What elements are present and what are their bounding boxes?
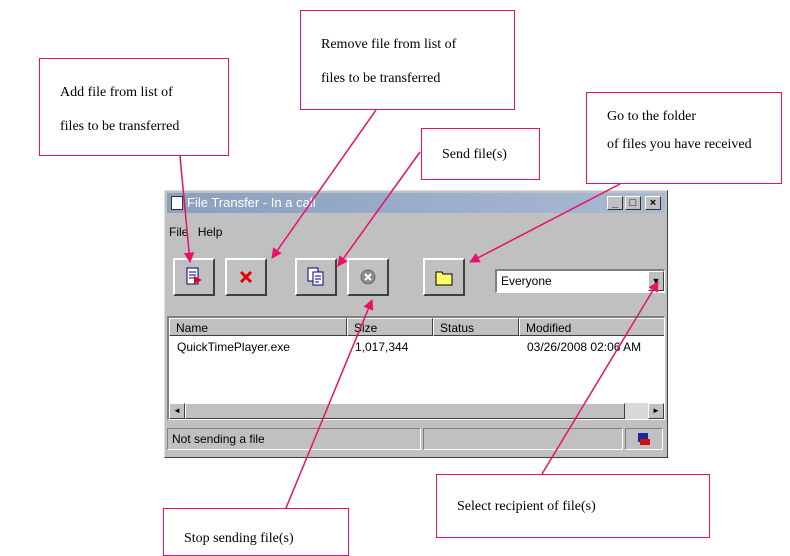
app-icon [171,196,183,210]
callout-remove-line-1: Remove file from list of [321,37,457,52]
stop-sending-icon [360,269,376,285]
column-size[interactable]: Size [347,318,433,336]
title-bar: File Transfer - In a call _ □ × [167,193,665,213]
status-panel-icon [625,428,663,450]
menu-bar: File Help [169,225,228,243]
send-files-button[interactable] [295,258,337,296]
stop-sending-button[interactable] [347,258,389,296]
callout-remove-file: Remove file from list of files to be tra… [300,10,515,110]
status-bar: Not sending a file [167,426,665,452]
folder-icon [435,271,453,286]
remove-file-icon [239,270,253,284]
add-file-icon [186,267,202,285]
callout-stop-line-1: Stop sending file(s) [184,531,294,546]
chevron-down-icon[interactable]: ▼ [648,271,664,291]
transfer-status-icon [638,433,650,445]
callout-recipient-line-1: Select recipient of file(s) [457,499,596,514]
remove-file-button[interactable] [225,258,267,296]
recipient-select[interactable]: Everyone ▼ [495,269,665,293]
close-button[interactable]: × [645,196,661,210]
scroll-left-icon[interactable]: ◄ [169,403,185,419]
open-received-folder-button[interactable] [423,258,465,296]
column-name[interactable]: Name [169,318,347,336]
callout-send-files: Send file(s) [421,128,540,180]
scroll-right-icon[interactable]: ► [648,403,664,419]
menu-help[interactable]: Help [198,225,223,239]
menu-file[interactable]: File [169,225,188,239]
cell-name: QuickTimePlayer.exe [177,340,290,354]
scrollbar-thumb[interactable] [185,403,625,419]
column-modified[interactable]: Modified [519,318,664,336]
callout-send-line-1: Send file(s) [442,147,507,162]
add-file-button[interactable] [173,258,215,296]
table-row[interactable]: QuickTimePlayer.exe 1,017,344 03/26/2008… [169,340,664,356]
cell-modified: 03/26/2008 02:06 AM [527,340,642,354]
file-transfer-window: File Transfer - In a call _ □ × File Hel… [164,190,668,458]
maximize-button[interactable]: □ [625,196,641,210]
callout-recipient: Select recipient of file(s) [436,474,710,538]
horizontal-scrollbar[interactable]: ◄ ► [169,403,664,419]
status-text: Not sending a file [167,428,421,450]
callout-folder-line-1: Go to the folder [607,109,697,124]
callout-add-line-2: files to be transferred [60,119,180,134]
column-status[interactable]: Status [433,318,519,336]
window-title: File Transfer - In a call [187,195,316,210]
callout-add-line-1: Add file from list of [60,85,173,100]
file-list-header: Name Size Status Modified [169,318,664,336]
recipient-value: Everyone [501,274,552,288]
callout-remove-line-2: files to be transferred [321,71,441,86]
send-file-icon [307,267,324,286]
minimize-button[interactable]: _ [607,196,623,210]
cell-size: 1,017,344 [355,340,409,354]
callout-folder: Go to the folder of files you have recei… [586,92,782,184]
file-list[interactable]: Name Size Status Modified QuickTimePlaye… [167,316,665,420]
callout-folder-line-2: of files you have received [607,137,752,152]
callout-stop: Stop sending file(s) [163,508,349,556]
status-panel-empty [423,428,623,450]
callout-add-file: Add file from list of files to be transf… [39,58,229,156]
